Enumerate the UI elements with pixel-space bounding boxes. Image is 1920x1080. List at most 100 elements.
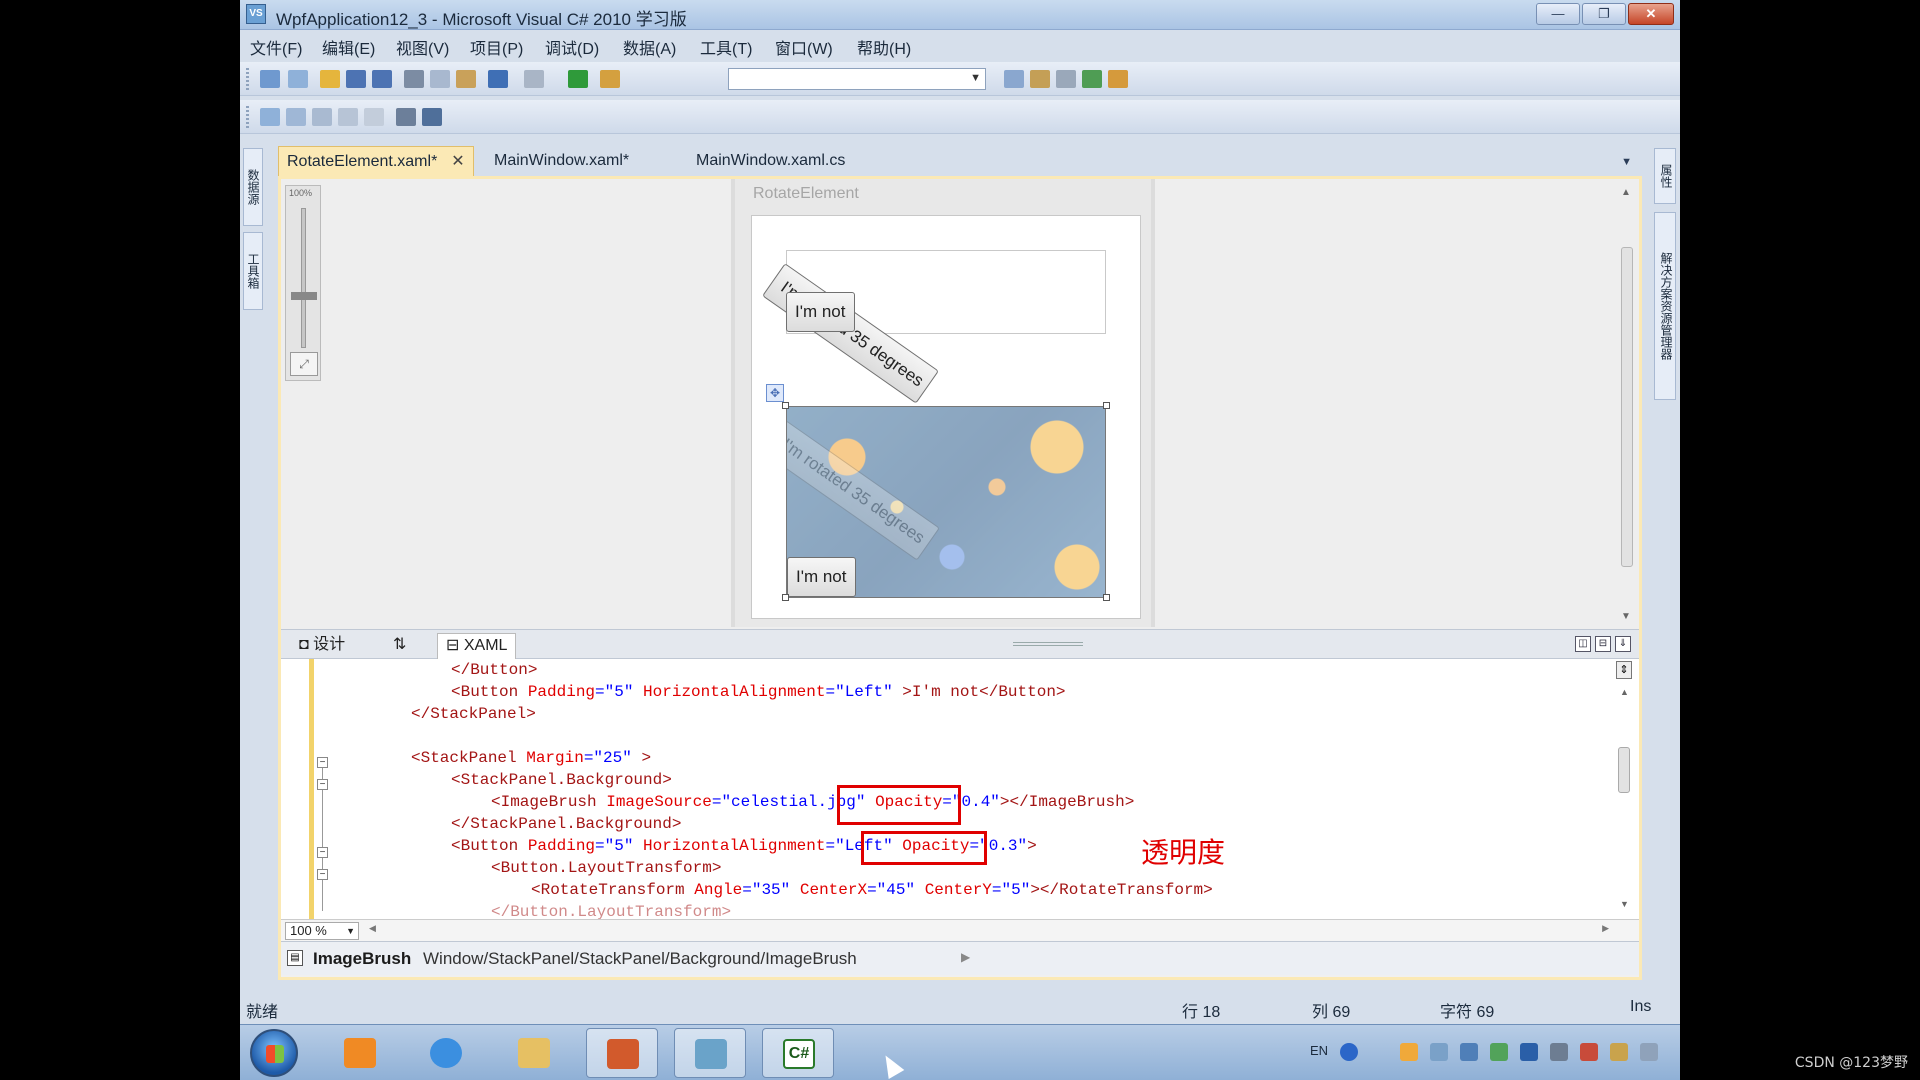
network-icon[interactable] (1460, 1043, 1478, 1061)
speaker-icon[interactable] (1640, 1043, 1658, 1061)
chevron-right-icon[interactable]: ▶ (961, 950, 970, 964)
security-icon[interactable] (1490, 1043, 1508, 1061)
indent-icon[interactable] (396, 108, 416, 126)
im-not-button-2[interactable]: I'm not (787, 557, 856, 597)
collapse-icon[interactable]: − (317, 779, 328, 790)
save-icon[interactable] (346, 70, 366, 88)
designer-window[interactable]: RotateElement I'm rotated 35 degrees I'm… (731, 179, 1155, 627)
solution-explorer-icon[interactable] (1082, 70, 1102, 88)
language-indicator[interactable]: EN (1310, 1043, 1328, 1058)
redo-icon[interactable] (524, 70, 544, 88)
design-scrollbar[interactable]: ▲ ▼ (1619, 185, 1635, 625)
design-surface[interactable]: 100% ⤢ RotateElement I'm rotated 35 degr… (281, 179, 1639, 629)
add-item-icon[interactable] (288, 70, 308, 88)
menu-help[interactable]: 帮助(H) (857, 35, 911, 59)
display-icon[interactable] (1520, 1043, 1538, 1061)
zoom-track[interactable] (301, 208, 306, 348)
start-debugging-icon[interactable] (568, 70, 588, 88)
undo-icon[interactable] (488, 70, 508, 88)
tray-app-icon[interactable] (1400, 1043, 1418, 1061)
paste-icon[interactable] (456, 70, 476, 88)
im-not-button[interactable]: I'm not (786, 292, 855, 332)
align-icon[interactable] (260, 108, 280, 126)
find-in-files-icon[interactable] (600, 70, 620, 88)
taskbar-powerpoint[interactable] (586, 1028, 658, 1078)
vs-app-icon[interactable]: VS (246, 4, 266, 24)
minimize-button[interactable]: — (1536, 3, 1580, 25)
tab-mainwindow-xaml[interactable]: MainWindow.xaml* (486, 146, 637, 176)
toolbar-grip[interactable] (246, 68, 249, 90)
scroll-thumb[interactable] (1618, 747, 1630, 793)
vertical-split-icon[interactable]: ◫ (1575, 636, 1591, 652)
collapse-pane-icon[interactable]: ⇓ (1615, 636, 1631, 652)
split-grip[interactable] (1013, 642, 1083, 646)
menu-window[interactable]: 窗口(W) (775, 35, 833, 59)
designer-window-content[interactable]: I'm rotated 35 degrees I'm not ✥ I'm rot… (751, 215, 1141, 619)
start-button[interactable] (250, 1029, 298, 1077)
collapse-icon[interactable]: − (317, 869, 328, 880)
tab-rotateelement-xaml[interactable]: RotateElement.xaml* ✕ (278, 146, 474, 176)
solution-explorer-tab[interactable]: 解决方案资源管理器 (1654, 212, 1676, 400)
stackpanel-2-image-background[interactable]: I'm rotated 35 degrees I'm not (786, 406, 1106, 598)
cut-icon[interactable] (404, 70, 424, 88)
toolbox-icon[interactable] (1108, 70, 1128, 88)
selection-handle[interactable] (1103, 594, 1110, 601)
scroll-down-icon[interactable]: ▼ (1621, 611, 1631, 622)
scroll-up-icon[interactable]: ▲ (1620, 687, 1629, 697)
zoom-slider[interactable]: 100% ⤢ (285, 185, 321, 381)
taskbar-visual-csharp[interactable]: C# (762, 1028, 834, 1078)
flag-icon[interactable] (1580, 1043, 1598, 1061)
tab-design[interactable]: ◘ 设计 (291, 633, 353, 659)
toolbar-grip[interactable] (246, 106, 249, 128)
close-tab-icon[interactable]: ✕ (451, 153, 464, 170)
save-all-icon[interactable] (372, 70, 392, 88)
size-icon[interactable] (286, 108, 306, 126)
toolbox-tab[interactable]: 工具箱 (243, 232, 263, 310)
copy-icon[interactable] (430, 70, 450, 88)
code-zoom-dropdown[interactable]: 100 % ▼ (285, 922, 359, 940)
scroll-down-icon[interactable]: ▼ (1620, 899, 1629, 909)
split-icon[interactable]: ⇕ (1616, 661, 1632, 679)
selected-element[interactable]: ImageBrush (313, 949, 411, 969)
maximize-button[interactable]: ❐ (1582, 3, 1626, 25)
properties-icon[interactable] (1030, 70, 1050, 88)
taskbar-internet-explorer[interactable] (410, 1028, 482, 1078)
scroll-up-icon[interactable]: ▲ (1621, 187, 1631, 198)
tools-icon[interactable] (1056, 70, 1076, 88)
menu-edit[interactable]: 编辑(E) (322, 35, 375, 59)
tab-list-dropdown-icon[interactable]: ▼ (1621, 156, 1632, 168)
selection-handle[interactable] (782, 402, 789, 409)
collapse-icon[interactable]: − (317, 757, 328, 768)
tab-xaml[interactable]: ⊟ XAML (437, 633, 517, 659)
menu-view[interactable]: 视图(V) (396, 35, 449, 59)
menu-data[interactable]: 数据(A) (623, 35, 676, 59)
menu-tools[interactable]: 工具(T) (700, 35, 752, 59)
menu-file[interactable]: 文件(F) (250, 35, 302, 59)
menu-project[interactable]: 项目(P) (470, 35, 523, 59)
comment-icon[interactable] (422, 108, 442, 126)
menu-debug[interactable]: 调试(D) (545, 35, 599, 59)
selection-handle[interactable] (1103, 402, 1110, 409)
volume-icon[interactable] (1430, 1043, 1448, 1061)
taskbar-file-explorer[interactable] (498, 1028, 570, 1078)
font-icon[interactable] (338, 108, 358, 126)
code-scrollbar[interactable]: ⇕ ▲ ▼ (1615, 659, 1633, 919)
selection-handle[interactable] (782, 594, 789, 601)
zoom-thumb[interactable] (291, 292, 317, 300)
swap-panes-button[interactable]: ⇅ (385, 633, 414, 659)
taskbar-media-player[interactable] (324, 1028, 396, 1078)
find-icon[interactable] (1004, 70, 1024, 88)
horizontal-split-icon[interactable]: ⊟ (1595, 636, 1611, 652)
power-icon[interactable] (1610, 1043, 1628, 1061)
scroll-right-icon[interactable]: ▶ (1602, 923, 1609, 934)
data-sources-tab[interactable]: 数据源 (243, 148, 263, 226)
device-icon[interactable] (1550, 1043, 1568, 1061)
format-icon[interactable] (364, 108, 384, 126)
taskbar-tool[interactable] (674, 1028, 746, 1078)
collapse-icon[interactable]: − (317, 847, 328, 858)
properties-tab[interactable]: 属性 (1654, 148, 1676, 204)
solution-config-dropdown[interactable]: ▼ (728, 68, 986, 90)
close-button[interactable]: ✕ (1628, 3, 1674, 25)
xaml-code-view[interactable]: − − − − </Button> <Button Padding="5" Ho… (281, 659, 1639, 921)
help-icon[interactable] (1340, 1043, 1358, 1061)
